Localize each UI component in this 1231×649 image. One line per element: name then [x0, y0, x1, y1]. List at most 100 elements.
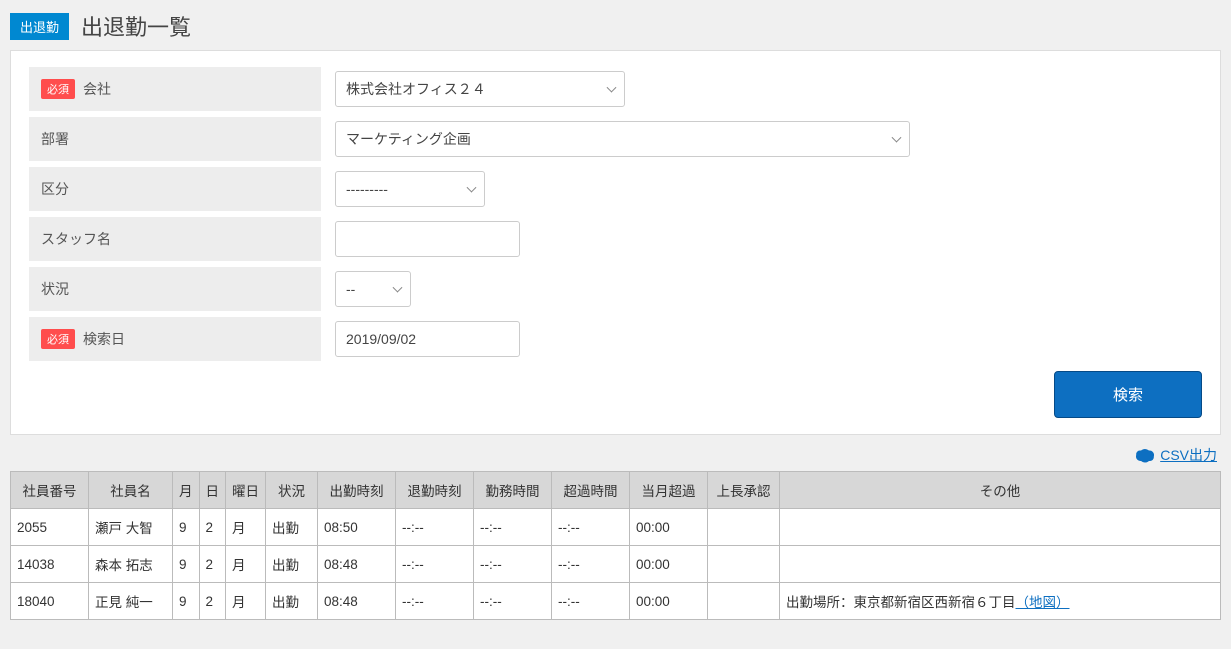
table-row: 2055瀬戸 大智92月出勤08:50--:----:----:--00:00: [11, 509, 1221, 546]
td-day: 2: [199, 509, 226, 546]
required-badge: 必須: [41, 329, 75, 349]
label-cell-department: 部署: [29, 117, 321, 161]
td-day: 2: [199, 546, 226, 583]
required-badge: 必須: [41, 79, 75, 99]
td-day: 2: [199, 583, 226, 620]
status-select[interactable]: --: [335, 271, 411, 307]
input-cell-staff-name: [321, 217, 1202, 261]
td-clock-out: --:--: [396, 583, 474, 620]
label-company: 会社: [83, 79, 111, 99]
csv-export-label: CSV出力: [1160, 445, 1217, 465]
button-row: 検索: [29, 371, 1202, 418]
td-other: 出勤場所：東京都新宿区西新宿６丁目（地図）: [780, 583, 1221, 620]
td-dow: 月: [226, 546, 266, 583]
label-cell-status: 状況: [29, 267, 321, 311]
type-select[interactable]: ---------: [335, 171, 485, 207]
search-date-input[interactable]: [335, 321, 520, 357]
td-overtime: --:--: [552, 583, 630, 620]
td-month: 9: [173, 546, 200, 583]
td-clock-in: 08:48: [318, 583, 396, 620]
label-status: 状況: [41, 279, 69, 299]
td-approval: [708, 546, 780, 583]
td-work-time: --:--: [474, 546, 552, 583]
label-cell-type: 区分: [29, 167, 321, 211]
page-header: 出退勤 出退勤一覧: [10, 10, 1221, 42]
row-search-date: 必須 検索日: [29, 317, 1202, 361]
row-department: 部署 マーケティング企画: [29, 117, 1202, 161]
td-other: [780, 509, 1221, 546]
th-status: 状況: [266, 472, 318, 509]
other-text: 出勤場所：東京都新宿区西新宿６丁目: [786, 595, 1016, 610]
csv-row: CSV出力: [10, 435, 1221, 471]
input-cell-company: 株式会社オフィス２４: [321, 67, 1202, 111]
attendance-table: 社員番号 社員名 月 日 曜日 状況 出勤時刻 退勤時刻 勤務時間 超過時間 当…: [10, 471, 1221, 620]
td-emp-name: 瀬戸 大智: [89, 509, 173, 546]
label-search-date: 検索日: [83, 329, 125, 349]
th-approval: 上長承認: [708, 472, 780, 509]
table-body: 2055瀬戸 大智92月出勤08:50--:----:----:--00:001…: [11, 509, 1221, 620]
td-emp-name: 正見 純一: [89, 583, 173, 620]
label-type: 区分: [41, 179, 69, 199]
page-title: 出退勤一覧: [81, 10, 191, 42]
th-dow: 曜日: [226, 472, 266, 509]
th-other: その他: [780, 472, 1221, 509]
row-status: 状況 --: [29, 267, 1202, 311]
module-badge: 出退勤: [10, 13, 69, 40]
input-cell-department: マーケティング企画: [321, 117, 1202, 161]
th-month: 月: [173, 472, 200, 509]
label-cell-company: 必須 会社: [29, 67, 321, 111]
staff-name-input[interactable]: [335, 221, 520, 257]
td-month-over: 00:00: [630, 546, 708, 583]
department-select[interactable]: マーケティング企画: [335, 121, 910, 157]
td-clock-out: --:--: [396, 509, 474, 546]
td-status: 出勤: [266, 509, 318, 546]
label-cell-staff-name: スタッフ名: [29, 217, 321, 261]
td-approval: [708, 583, 780, 620]
td-status: 出勤: [266, 583, 318, 620]
table-header-row: 社員番号 社員名 月 日 曜日 状況 出勤時刻 退勤時刻 勤務時間 超過時間 当…: [11, 472, 1221, 509]
td-month-over: 00:00: [630, 583, 708, 620]
td-emp-no: 14038: [11, 546, 89, 583]
td-emp-no: 18040: [11, 583, 89, 620]
td-clock-in: 08:48: [318, 546, 396, 583]
search-button[interactable]: 検索: [1054, 371, 1202, 418]
row-staff-name: スタッフ名: [29, 217, 1202, 261]
label-department: 部署: [41, 129, 69, 149]
th-clock-in: 出勤時刻: [318, 472, 396, 509]
td-work-time: --:--: [474, 583, 552, 620]
input-cell-search-date: [321, 317, 1202, 361]
td-other: [780, 546, 1221, 583]
th-emp-no: 社員番号: [11, 472, 89, 509]
td-status: 出勤: [266, 546, 318, 583]
th-overtime: 超過時間: [552, 472, 630, 509]
td-clock-out: --:--: [396, 546, 474, 583]
select-wrap-status: --: [335, 271, 411, 307]
td-dow: 月: [226, 583, 266, 620]
select-wrap-department: マーケティング企画: [335, 121, 910, 157]
th-clock-out: 退勤時刻: [396, 472, 474, 509]
td-month: 9: [173, 583, 200, 620]
th-emp-name: 社員名: [89, 472, 173, 509]
table-row: 18040正見 純一92月出勤08:48--:----:----:--00:00…: [11, 583, 1221, 620]
label-staff-name: スタッフ名: [41, 229, 111, 249]
input-cell-status: --: [321, 267, 1202, 311]
td-work-time: --:--: [474, 509, 552, 546]
label-cell-search-date: 必須 検索日: [29, 317, 321, 361]
csv-export-link[interactable]: CSV出力: [1136, 445, 1217, 465]
map-link[interactable]: （地図）: [1016, 595, 1070, 610]
input-cell-type: ---------: [321, 167, 1202, 211]
td-clock-in: 08:50: [318, 509, 396, 546]
company-select[interactable]: 株式会社オフィス２４: [335, 71, 625, 107]
table-row: 14038森本 拓志92月出勤08:48--:----:----:--00:00: [11, 546, 1221, 583]
td-dow: 月: [226, 509, 266, 546]
th-work-time: 勤務時間: [474, 472, 552, 509]
td-approval: [708, 509, 780, 546]
td-emp-no: 2055: [11, 509, 89, 546]
th-day: 日: [199, 472, 226, 509]
td-month: 9: [173, 509, 200, 546]
row-type: 区分 ---------: [29, 167, 1202, 211]
select-wrap-company: 株式会社オフィス２４: [335, 71, 625, 107]
td-emp-name: 森本 拓志: [89, 546, 173, 583]
td-overtime: --:--: [552, 546, 630, 583]
th-month-over: 当月超過: [630, 472, 708, 509]
